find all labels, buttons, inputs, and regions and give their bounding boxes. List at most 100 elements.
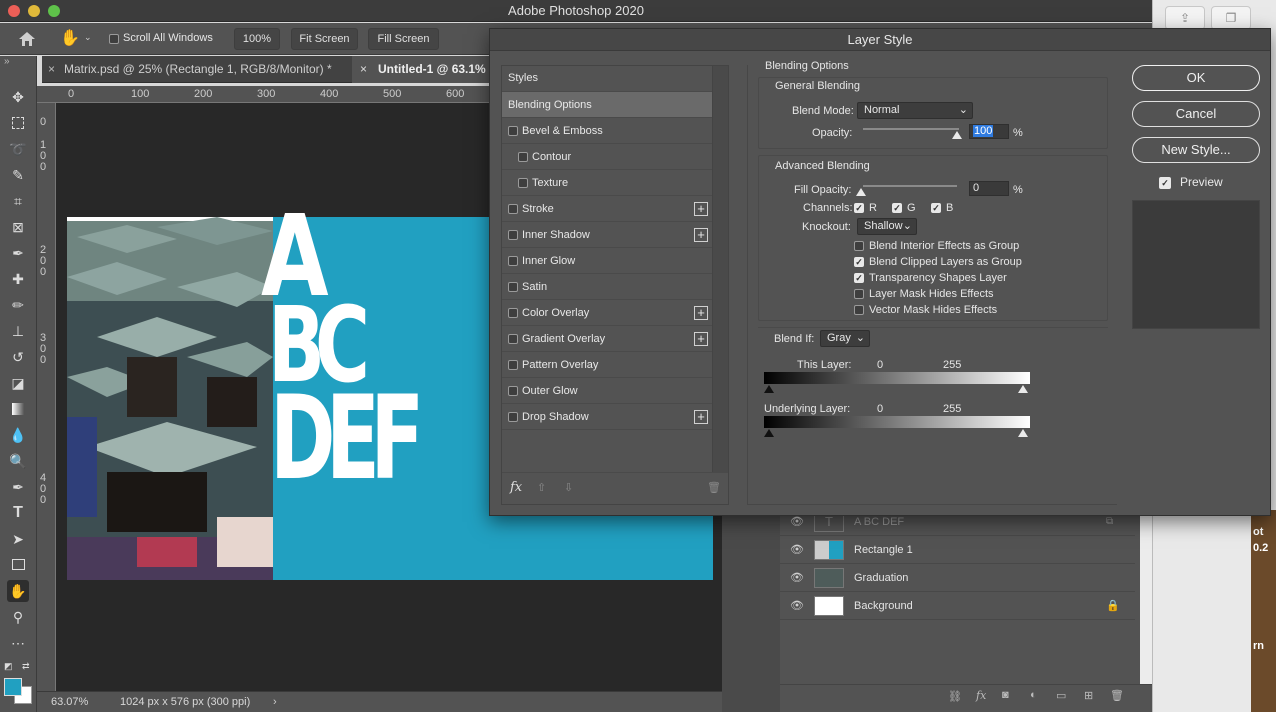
fx-menu-icon[interactable]: fx: [510, 480, 522, 495]
style-checkbox[interactable]: [508, 308, 518, 318]
preview-checkbox[interactable]: ✓: [1159, 177, 1171, 189]
style-checkbox[interactable]: [508, 412, 518, 422]
scroll-all-windows-checkbox[interactable]: [109, 34, 119, 44]
status-arrow-icon[interactable]: ›: [273, 692, 277, 712]
close-tab-icon[interactable]: ×: [48, 56, 55, 83]
ok-button[interactable]: OK: [1132, 65, 1260, 91]
style-checkbox[interactable]: [508, 334, 518, 344]
advanced-option-checkbox[interactable]: ✓: [854, 257, 864, 267]
default-colors-icon[interactable]: ◩: [4, 661, 13, 672]
style-item-stroke[interactable]: Stroke +: [502, 196, 712, 222]
style-checkbox[interactable]: [508, 230, 518, 240]
move-down-icon[interactable]: ⇩: [564, 481, 573, 494]
move-up-icon[interactable]: ⇧: [537, 481, 546, 494]
gradient-tool-icon[interactable]: [7, 398, 29, 420]
underlying-white-handle[interactable]: [1018, 429, 1028, 437]
add-effect-plus-icon[interactable]: +: [694, 332, 708, 346]
path-selection-tool-icon[interactable]: ➤: [7, 528, 29, 550]
share-icon[interactable]: ⇪: [1165, 6, 1205, 30]
lock-icon[interactable]: 🔒: [1106, 592, 1120, 620]
new-group-icon[interactable]: ▭: [1056, 689, 1066, 702]
style-item-contour[interactable]: Contour: [502, 144, 712, 170]
window-icon[interactable]: ❐: [1211, 6, 1251, 30]
underlying-black-handle[interactable]: [764, 429, 774, 437]
dodge-tool-icon[interactable]: 🔍: [7, 450, 29, 472]
advanced-option-checkbox[interactable]: [854, 305, 864, 315]
style-checkbox[interactable]: [508, 204, 518, 214]
fill-screen-button[interactable]: Fill Screen: [368, 28, 439, 50]
style-checkbox[interactable]: [508, 256, 518, 266]
tab-untitled[interactable]: × Untitled-1 @ 63.1%: [352, 56, 492, 83]
channel-r-checkbox[interactable]: ✓: [854, 203, 864, 213]
channel-b-checkbox[interactable]: ✓: [931, 203, 941, 213]
clone-stamp-tool-icon[interactable]: ⊥: [7, 320, 29, 342]
visibility-eye-icon[interactable]: 👁: [790, 572, 804, 584]
advanced-option-checkbox[interactable]: [854, 241, 864, 251]
home-icon[interactable]: [18, 31, 36, 47]
pen-tool-icon[interactable]: ✒: [7, 476, 29, 498]
add-effect-plus-icon[interactable]: +: [694, 410, 708, 424]
visibility-eye-icon[interactable]: 👁: [790, 516, 804, 528]
underlying-gradient[interactable]: [764, 416, 1030, 428]
healing-brush-tool-icon[interactable]: ✚: [7, 268, 29, 290]
style-item-texture[interactable]: Texture: [502, 170, 712, 196]
fill-opacity-slider-handle[interactable]: [856, 188, 866, 196]
fill-opacity-input[interactable]: 0: [969, 181, 1009, 196]
eyedropper-tool-icon[interactable]: ✒: [7, 242, 29, 264]
link-layers-icon[interactable]: ⛓: [948, 690, 962, 703]
more-tools-icon[interactable]: ⋯: [7, 632, 29, 654]
add-mask-icon[interactable]: ◙: [1002, 689, 1009, 701]
history-brush-tool-icon[interactable]: ↺: [7, 346, 29, 368]
style-item-inner-shadow[interactable]: Inner Shadow +: [502, 222, 712, 248]
style-checkbox[interactable]: [508, 126, 518, 136]
opacity-slider-track[interactable]: [863, 128, 959, 130]
style-checkbox[interactable]: [518, 178, 528, 188]
style-checkbox[interactable]: [508, 386, 518, 396]
styles-scrollbar[interactable]: [712, 66, 728, 472]
add-effect-plus-icon[interactable]: +: [694, 306, 708, 320]
blur-tool-icon[interactable]: 💧: [7, 424, 29, 446]
this-layer-gradient[interactable]: [764, 372, 1030, 384]
panel-scrollbar[interactable]: [1140, 512, 1152, 697]
layer-row-graduation[interactable]: 👁 Graduation: [780, 564, 1135, 592]
foreground-color-swatch[interactable]: [4, 678, 22, 696]
style-item-color-overlay[interactable]: Color Overlay +: [502, 300, 712, 326]
minimize-window-button[interactable]: [28, 5, 40, 17]
zoom-window-button[interactable]: [48, 5, 60, 17]
fit-screen-button[interactable]: Fit Screen: [291, 28, 358, 50]
close-window-button[interactable]: [8, 5, 20, 17]
zoom-level[interactable]: 63.07%: [51, 692, 88, 712]
new-style-button[interactable]: New Style...: [1132, 137, 1260, 163]
zoom-tool-icon[interactable]: ⚲: [7, 606, 29, 628]
this-layer-white-handle[interactable]: [1018, 385, 1028, 393]
new-layer-icon[interactable]: ⊞: [1084, 689, 1093, 702]
style-item-outer-glow[interactable]: Outer Glow: [502, 378, 712, 404]
crop-tool-icon[interactable]: ⌗: [7, 190, 29, 212]
rectangle-tool-icon[interactable]: [7, 554, 29, 576]
add-effect-plus-icon[interactable]: +: [694, 202, 708, 216]
tool-preset-chevron-icon[interactable]: ⌄: [84, 32, 92, 43]
eraser-tool-icon[interactable]: ◪: [7, 372, 29, 394]
delete-effect-icon[interactable]: 🗑: [707, 481, 721, 494]
adjustment-layer-icon[interactable]: ◐: [1030, 689, 1037, 701]
add-layer-style-icon[interactable]: fx: [976, 689, 986, 702]
add-effect-plus-icon[interactable]: +: [694, 228, 708, 242]
hand-tool-icon[interactable]: ✋: [60, 29, 80, 49]
advanced-option-checkbox[interactable]: [854, 289, 864, 299]
style-item-pattern-overlay[interactable]: Pattern Overlay: [502, 352, 712, 378]
visibility-eye-icon[interactable]: 👁: [790, 600, 804, 612]
opacity-slider-handle[interactable]: [952, 131, 962, 139]
style-item-inner-glow[interactable]: Inner Glow: [502, 248, 712, 274]
style-item-bevel-emboss[interactable]: Bevel & Emboss: [502, 118, 712, 144]
style-checkbox[interactable]: [508, 282, 518, 292]
type-tool-icon[interactable]: T: [7, 502, 29, 524]
opacity-input[interactable]: 100: [969, 124, 1009, 139]
fill-opacity-slider-track[interactable]: [863, 185, 957, 187]
blend-if-select[interactable]: Gray ⌄: [820, 330, 870, 347]
lasso-tool-icon[interactable]: ➰: [7, 138, 29, 160]
layer-row-rectangle[interactable]: 👁 Rectangle 1: [780, 536, 1135, 564]
cancel-button[interactable]: Cancel: [1132, 101, 1260, 127]
this-layer-black-handle[interactable]: [764, 385, 774, 393]
style-checkbox[interactable]: [518, 152, 528, 162]
delete-layer-icon[interactable]: 🗑: [1110, 689, 1124, 702]
